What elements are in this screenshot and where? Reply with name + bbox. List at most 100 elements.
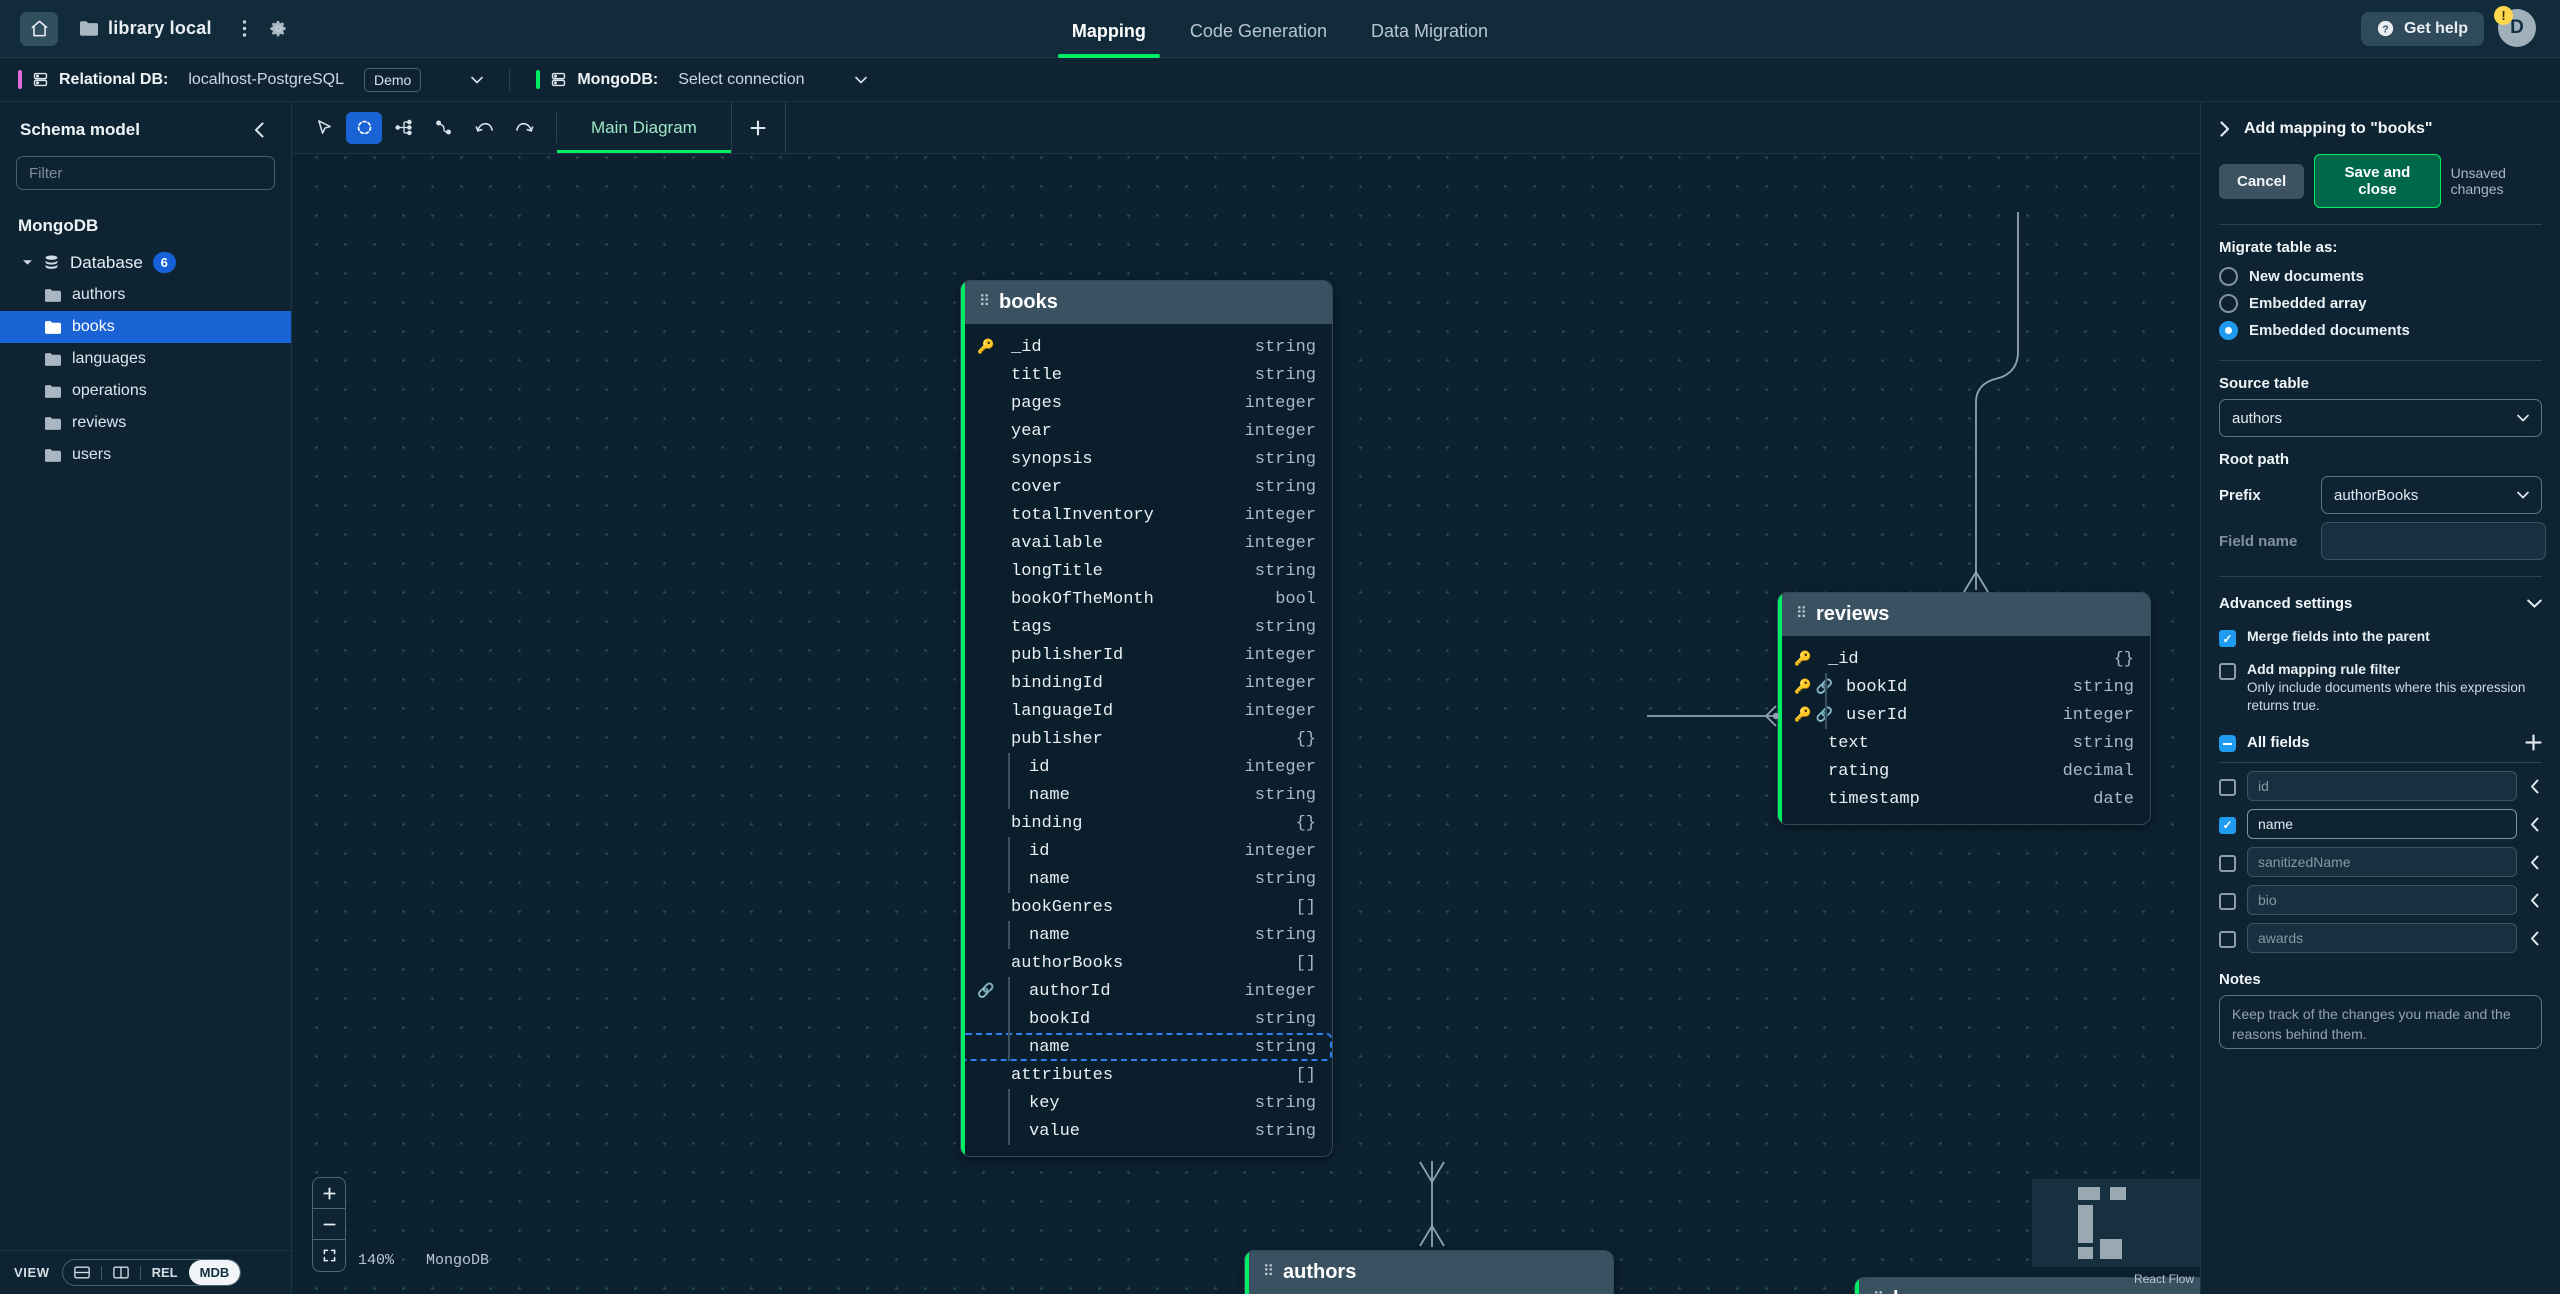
- sidebar-filter-input[interactable]: [16, 156, 275, 190]
- tab-code-generation[interactable]: Code Generation: [1168, 21, 1349, 58]
- kebab-menu-button[interactable]: [234, 15, 255, 42]
- get-help-button[interactable]: ? Get help: [2360, 11, 2484, 46]
- view-rel-button[interactable]: REL: [141, 1260, 189, 1285]
- er-node-books[interactable]: ⠿ books 🔑 _id string title string pages inte…: [960, 280, 1333, 1157]
- zoom-out-button[interactable]: [313, 1209, 345, 1240]
- sidebar-database-row[interactable]: Database 6: [0, 246, 291, 279]
- notes-textarea[interactable]: [2219, 995, 2542, 1050]
- sidebar-item-operations[interactable]: operations: [0, 375, 291, 407]
- chevron-left-icon[interactable]: [2528, 893, 2542, 908]
- field-row[interactable]: value string: [961, 1117, 1332, 1145]
- relational-db-dropdown[interactable]: [471, 76, 484, 84]
- field-row-highlighted[interactable]: name string: [961, 1033, 1332, 1061]
- tab-data-migration[interactable]: Data Migration: [1349, 21, 1510, 58]
- checkbox-checked-icon[interactable]: [2219, 816, 2236, 834]
- mongo-connection[interactable]: MongoDB: Select connection: [536, 70, 867, 89]
- field-row[interactable]: year integer: [961, 417, 1332, 445]
- all-fields-left[interactable]: All fields: [2219, 733, 2310, 753]
- auto-layout-tool-button[interactable]: [386, 112, 422, 144]
- sidebar-collapse-button[interactable]: [248, 120, 271, 140]
- chevron-left-icon[interactable]: [2528, 779, 2542, 794]
- field-row[interactable]: available integer: [961, 529, 1332, 557]
- er-node-header[interactable]: ⠿ books: [961, 281, 1332, 324]
- field-row[interactable]: pages integer: [961, 389, 1332, 417]
- sidebar-item-users[interactable]: users: [0, 439, 291, 471]
- view-mdb-button[interactable]: MDB: [188, 1260, 241, 1285]
- field-row[interactable]: publisherId integer: [961, 641, 1332, 669]
- field-row[interactable]: name string: [961, 921, 1332, 949]
- er-node-authors[interactable]: ⠿ authors 🔑_idinteger namestring sanitiz…: [1244, 1250, 1614, 1294]
- field-row[interactable]: bindingId integer: [961, 669, 1332, 697]
- radio-embedded-documents[interactable]: Embedded documents: [2219, 317, 2542, 344]
- checkbox-indeterminate-icon[interactable]: [2219, 735, 2236, 753]
- mapping-field-input[interactable]: [2247, 847, 2517, 878]
- mapping-field-input[interactable]: [2247, 885, 2517, 916]
- mongo-db-dropdown[interactable]: [854, 76, 867, 84]
- field-row[interactable]: rating decimal: [1778, 757, 2150, 785]
- minimap[interactable]: [2032, 1179, 2200, 1267]
- er-node-header[interactable]: ⠿ authors: [1245, 1251, 1613, 1294]
- checkbox-unchecked-icon[interactable]: [2219, 892, 2236, 910]
- source-table-select[interactable]: authors: [2219, 399, 2542, 437]
- field-row[interactable]: binding {}: [961, 809, 1332, 837]
- diagram-tab-main[interactable]: Main Diagram: [557, 102, 732, 153]
- view-split-horizontal-button[interactable]: [63, 1260, 101, 1285]
- field-row[interactable]: authorBooks []: [961, 949, 1332, 977]
- field-row[interactable]: id integer: [961, 753, 1332, 781]
- field-row[interactable]: totalInventory integer: [961, 501, 1332, 529]
- marquee-tool-button[interactable]: [346, 111, 382, 144]
- drag-handle-icon[interactable]: ⠿: [1263, 1265, 1274, 1280]
- chevron-left-icon[interactable]: [2528, 931, 2542, 946]
- prefix-select[interactable]: authorBooks: [2321, 476, 2542, 514]
- checkbox-unchecked-icon[interactable]: [2219, 778, 2236, 796]
- add-field-button[interactable]: [2525, 734, 2542, 751]
- chevron-right-icon[interactable]: [2219, 121, 2230, 137]
- field-row[interactable]: id integer: [961, 837, 1332, 865]
- cancel-button[interactable]: Cancel: [2219, 163, 2305, 199]
- field-row[interactable]: publisher {}: [961, 725, 1332, 753]
- field-row[interactable]: 🔗 authorId integer: [961, 977, 1332, 1005]
- field-row[interactable]: name string: [961, 865, 1332, 893]
- er-node-reviews[interactable]: ⠿ reviews 🔑 _id {} 🔑 🔗 bookId string 🔑 🔗 userId…: [1777, 592, 2151, 825]
- field-row[interactable]: synopsis string: [961, 445, 1332, 473]
- field-row[interactable]: title string: [961, 361, 1332, 389]
- field-row[interactable]: timestamp date: [1778, 785, 2150, 813]
- checkbox-unchecked-icon[interactable]: [2219, 930, 2236, 948]
- merge-fields-checkbox-row[interactable]: Merge fields into the parent: [2219, 624, 2542, 651]
- er-node-header[interactable]: ⠿ reviews: [1778, 593, 2150, 636]
- relational-connection[interactable]: Relational DB: localhost-PostgreSQL Demo: [18, 67, 484, 92]
- advanced-settings-accordion[interactable]: Advanced settings: [2219, 591, 2542, 616]
- sidebar-item-languages[interactable]: languages: [0, 343, 291, 375]
- view-split-vertical-button[interactable]: [102, 1260, 140, 1285]
- project-breadcrumb[interactable]: library local: [80, 18, 212, 39]
- field-row[interactable]: 🔑 _id {}: [1778, 645, 2150, 673]
- field-row[interactable]: longTitle string: [961, 557, 1332, 585]
- field-row[interactable]: 🔑 🔗 bookId string: [1778, 673, 2150, 701]
- field-row[interactable]: name string: [961, 781, 1332, 809]
- field-row[interactable]: 🔑 _id string: [961, 333, 1332, 361]
- field-row[interactable]: attributes []: [961, 1061, 1332, 1089]
- chevron-left-icon[interactable]: [2528, 817, 2542, 832]
- fit-view-button[interactable]: [313, 1240, 345, 1271]
- field-row[interactable]: text string: [1778, 729, 2150, 757]
- field-row[interactable]: languageId integer: [961, 697, 1332, 725]
- add-diagram-tab-button[interactable]: [732, 102, 786, 153]
- undo-button[interactable]: [466, 112, 502, 144]
- field-row[interactable]: bookId string: [961, 1005, 1332, 1033]
- diagram-canvas[interactable]: Main Diagram ⠿ books 🔑 _id string title …: [292, 102, 2200, 1294]
- redo-button[interactable]: [506, 112, 542, 144]
- field-row[interactable]: bookGenres []: [961, 893, 1332, 921]
- sidebar-item-books[interactable]: books: [0, 311, 291, 343]
- chevron-left-icon[interactable]: [2528, 855, 2542, 870]
- zoom-in-button[interactable]: [313, 1178, 345, 1209]
- save-and-close-button[interactable]: Save and close: [2314, 154, 2441, 208]
- mapping-field-input[interactable]: [2247, 771, 2517, 802]
- field-row[interactable]: cover string: [961, 473, 1332, 501]
- settings-button[interactable]: [263, 15, 294, 42]
- radio-embedded-array[interactable]: Embedded array: [2219, 290, 2542, 317]
- react-flow-attribution[interactable]: React Flow: [2134, 1272, 2194, 1286]
- mapping-field-input[interactable]: [2247, 923, 2517, 954]
- field-row[interactable]: tags string: [961, 613, 1332, 641]
- mapping-field-input[interactable]: [2247, 809, 2517, 840]
- radio-new-documents[interactable]: New documents: [2219, 263, 2542, 290]
